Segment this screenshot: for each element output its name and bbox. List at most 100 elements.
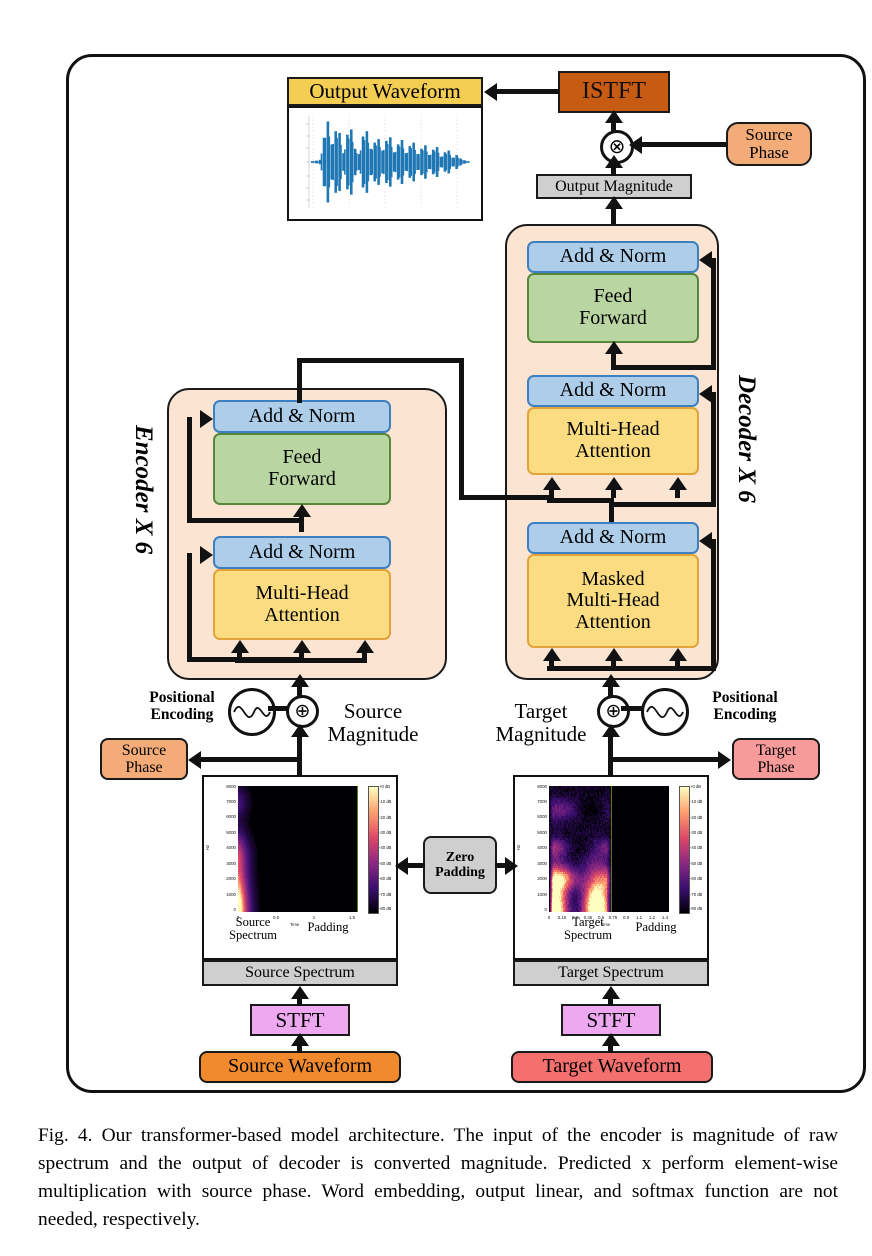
src-ytick: 4000 bbox=[226, 845, 236, 850]
pos-left-line2: Encoding bbox=[150, 706, 214, 724]
source-waveform-box: Source Waveform bbox=[199, 1051, 401, 1083]
src-cap-line2: Spectrum bbox=[229, 928, 277, 943]
source-waveform-label: Source Waveform bbox=[227, 1055, 373, 1078]
target-magnitude-line2: Magnitude bbox=[495, 722, 587, 747]
sine-wave-icon bbox=[646, 705, 684, 719]
outmag-to-mul-arrowhead bbox=[605, 155, 623, 168]
tgt-cap-line2: Spectrum bbox=[564, 928, 612, 943]
tgt-to-phase-line bbox=[608, 757, 718, 762]
tgt-spec-up-line bbox=[608, 757, 613, 777]
src-cbtick: -50 dB bbox=[379, 861, 392, 866]
decoder-ff-line1: Feed bbox=[593, 285, 633, 308]
target-padding-caption: Padding bbox=[618, 920, 694, 934]
target-spectrum-bar: Target Spectrum bbox=[513, 960, 709, 986]
encoder-add-norm-top-label: Add & Norm bbox=[248, 404, 356, 427]
target-plus-symbol: ⊕ bbox=[605, 701, 622, 722]
pos-right-line2: Encoding bbox=[713, 706, 777, 724]
dec-residual-top-vline bbox=[711, 258, 716, 370]
enc-residual-bottom-vline bbox=[187, 553, 192, 660]
source-phase-box-top: Source Phase bbox=[726, 122, 812, 166]
dec-ff-to-addnorm-arrowhead bbox=[605, 341, 623, 354]
tgt-ytick: 6000 bbox=[537, 814, 547, 819]
target-spectrum-svg bbox=[549, 786, 669, 913]
output-waveform-label: Output Waveform bbox=[309, 79, 461, 104]
source-padding-caption: Padding bbox=[290, 920, 366, 934]
dec-crossattn-in-left-arrowhead bbox=[543, 477, 561, 490]
decoder-add-norm-top-label: Add & Norm bbox=[559, 245, 667, 268]
decoder-masked-attn-line1: Masked bbox=[581, 567, 645, 590]
output-magnitude-label: Output Magnitude bbox=[555, 177, 673, 195]
src-spec-up-line bbox=[297, 757, 302, 777]
src-ytick: 0 bbox=[233, 907, 236, 912]
output-waveform-label-box: Output Waveform bbox=[287, 77, 483, 106]
source-spectrum-bar: Source Spectrum bbox=[202, 960, 398, 986]
target-phase-line2: Phase bbox=[757, 759, 795, 776]
target-spectrum-boundary-line bbox=[611, 786, 613, 912]
target-waveform-box: Target Waveform bbox=[511, 1051, 713, 1083]
decoder-add-norm-top: Add & Norm bbox=[527, 241, 699, 273]
output-waveform-plot bbox=[287, 106, 483, 221]
srcmag-to-plus-arrowhead bbox=[291, 724, 309, 737]
plus-to-encoder-arrowhead bbox=[291, 674, 309, 687]
tgt-ytick: 0 bbox=[544, 907, 547, 912]
dec-residual-mid-vline bbox=[711, 392, 716, 507]
enc-out-vline-up bbox=[297, 358, 302, 403]
tgt-padding-label: Padding bbox=[635, 920, 677, 934]
zeropad-left-line bbox=[407, 863, 425, 868]
encoder-attn-line1: Multi-Head bbox=[255, 581, 349, 604]
figure-caption: Fig. 4. Our transformer-based model arch… bbox=[38, 1125, 838, 1231]
encoder-add-norm-top: Add & Norm bbox=[213, 400, 391, 433]
dec-residual-mid-arrowhead bbox=[699, 385, 712, 403]
src-ytick: 1000 bbox=[226, 892, 236, 897]
positional-encoding-left-icon bbox=[228, 688, 276, 736]
tgt-cbtick: -80 dB bbox=[690, 906, 703, 911]
encoder-add-norm-bottom: Add & Norm bbox=[213, 536, 391, 569]
enc-residual-top-hline bbox=[187, 518, 302, 523]
target-waveform-label: Target Waveform bbox=[542, 1055, 682, 1078]
decoder-masked-attn-line3: Attention bbox=[575, 610, 651, 633]
source-spectrum-svg bbox=[238, 786, 358, 913]
source-spectrum-heatmap bbox=[238, 786, 358, 913]
tgt-ytick: 1000 bbox=[537, 892, 547, 897]
src-to-phase-arrowhead bbox=[188, 751, 201, 769]
target-phase-box: Target Phase bbox=[732, 738, 820, 780]
decoder-masked-attention: Masked Multi-Head Attention bbox=[527, 554, 699, 648]
source-magnitude-line1: Source bbox=[343, 699, 403, 723]
source-magnitude-label: Source Magnitude bbox=[313, 699, 433, 747]
src-cbtick: -70 dB bbox=[379, 892, 392, 897]
zeropad-left-arrowhead bbox=[395, 857, 408, 875]
tgt-ytick: 5000 bbox=[537, 830, 547, 835]
encoder-attention: Multi-Head Attention bbox=[213, 569, 391, 640]
encoder-side-label: Encoder X 6 bbox=[130, 425, 157, 555]
target-stft-label: STFT bbox=[586, 1007, 636, 1032]
source-phase-bottom-line2: Phase bbox=[125, 759, 163, 776]
tgt-ytick: 8000 bbox=[537, 784, 547, 789]
tgtplus-to-decoder-arrowhead bbox=[602, 674, 620, 687]
zeropad-right-arrowhead bbox=[505, 857, 518, 875]
source-magnitude-line2: Magnitude bbox=[327, 722, 419, 747]
tgt-to-phase-arrowhead bbox=[718, 751, 731, 769]
src-stft-to-spectrum-arrowhead bbox=[291, 986, 309, 999]
src-wave-to-stft-arrowhead bbox=[291, 1033, 309, 1046]
enc-residual-top-vline bbox=[187, 417, 192, 523]
tgt-ytick: 7000 bbox=[537, 799, 547, 804]
src-ytick: 2000 bbox=[226, 876, 236, 881]
enc-out-hline-bottom bbox=[459, 495, 551, 500]
decoder-add-norm-mid-label: Add & Norm bbox=[559, 379, 667, 402]
source-phase-bottom-line1: Source bbox=[121, 741, 167, 759]
source-phase-to-mul-line bbox=[642, 142, 726, 147]
pos-right-line1: Positional bbox=[712, 689, 778, 706]
dec-maskattn-in-left-arrowhead bbox=[543, 648, 561, 661]
target-spectrum-bar-label: Target Spectrum bbox=[558, 964, 664, 982]
dec-residual-mid-hline bbox=[611, 502, 716, 507]
enc-out-vline-down bbox=[459, 358, 464, 499]
tgt-cbtick: -60 dB bbox=[690, 876, 703, 881]
source-spectrum-bar-label: Source Spectrum bbox=[245, 964, 355, 982]
dec-residual-bottom-hline bbox=[611, 666, 716, 671]
enc-residual-top-arrowhead bbox=[200, 410, 213, 428]
enc-residual-bottom-hline bbox=[187, 657, 302, 662]
zero-padding-line1: Zero bbox=[445, 849, 475, 865]
mul-to-istft-arrowhead bbox=[605, 110, 623, 123]
decoder-to-outmag-arrowhead bbox=[605, 196, 623, 209]
source-stft-label: STFT bbox=[275, 1007, 325, 1032]
